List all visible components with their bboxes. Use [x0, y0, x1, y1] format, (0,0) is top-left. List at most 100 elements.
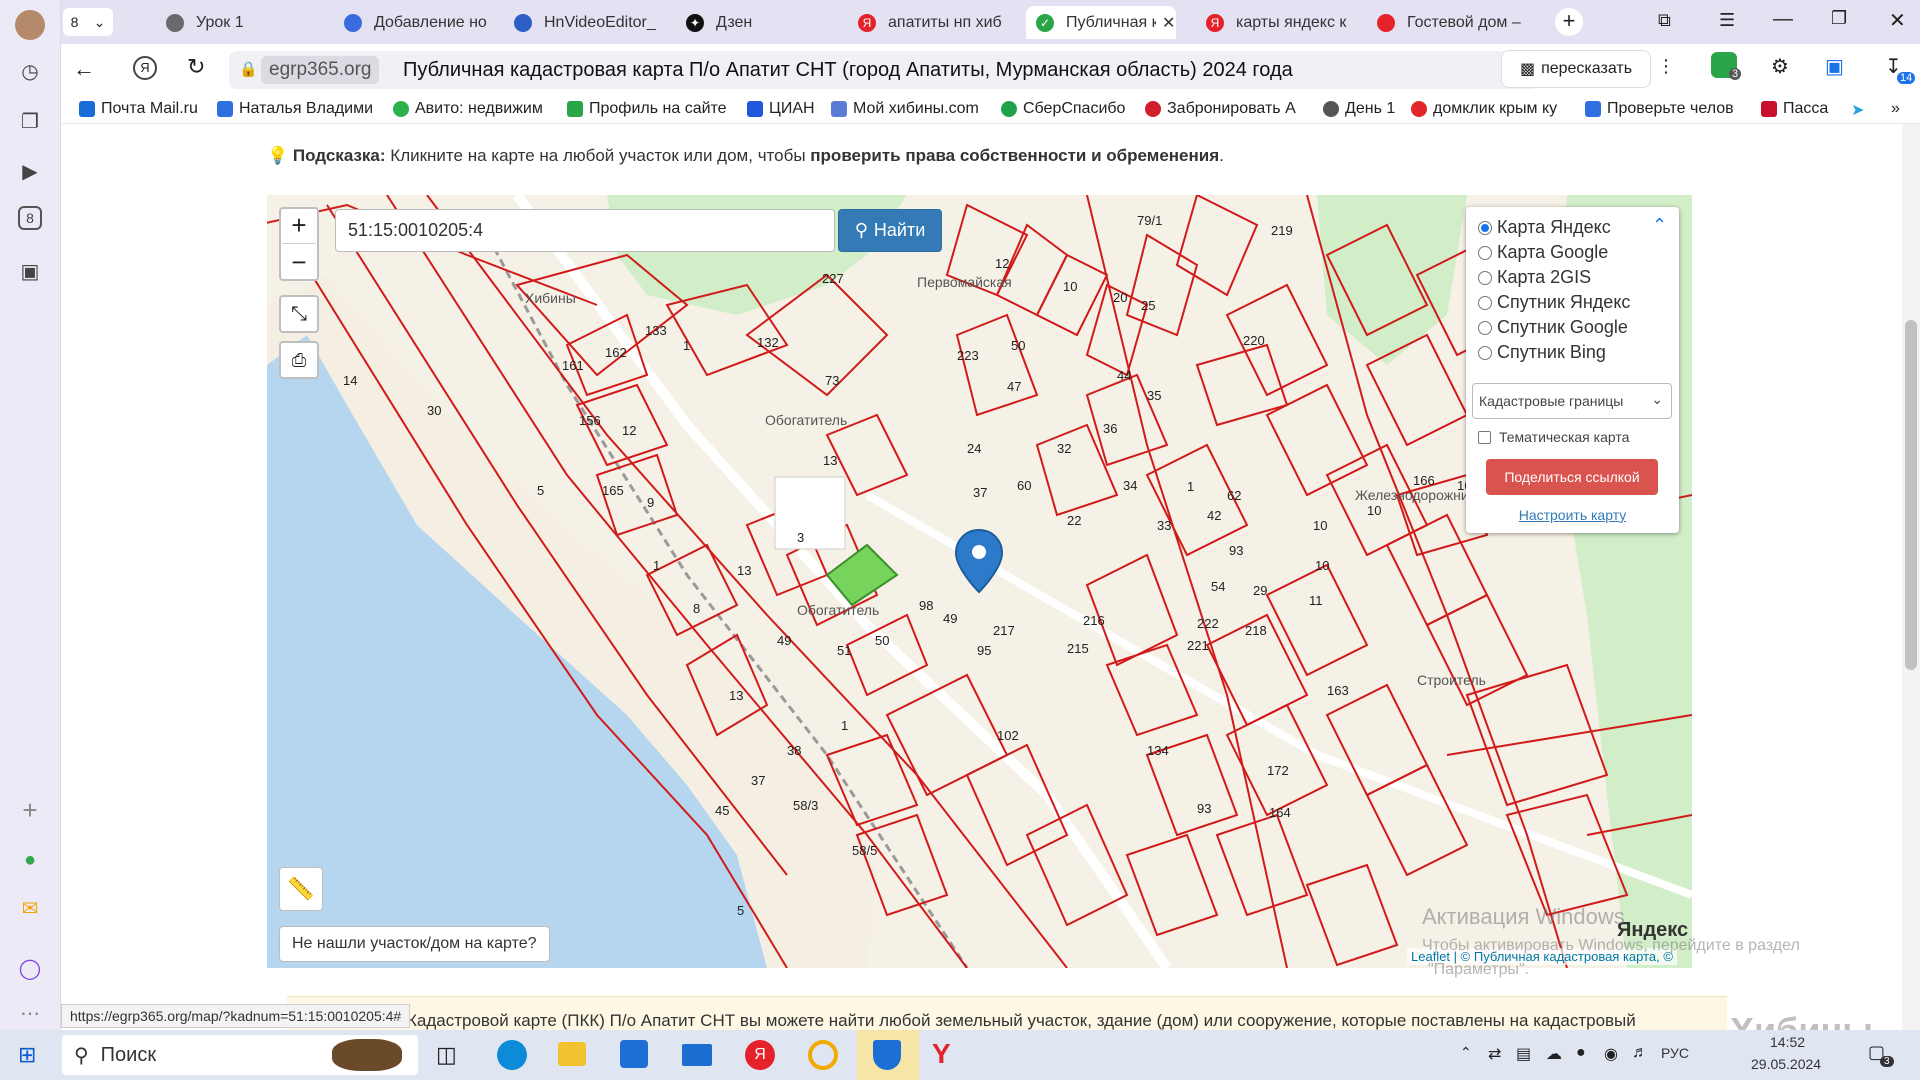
- share-link-button[interactable]: Поделиться ссылкой: [1486, 459, 1658, 495]
- yandex-logo-icon[interactable]: Я: [133, 56, 157, 80]
- tray-app-icon[interactable]: ▤: [1516, 1044, 1531, 1064]
- more-icon[interactable]: ⋯: [15, 998, 45, 1028]
- page-scrollbar[interactable]: [1902, 124, 1920, 1030]
- bookmark-item[interactable]: СберСпасибо: [1001, 100, 1125, 118]
- domain-chip[interactable]: egrp365.org: [261, 56, 380, 84]
- fullscreen-button[interactable]: ⤡: [279, 295, 319, 333]
- tab-guest-house[interactable]: Гостевой дом –: [1377, 6, 1537, 39]
- layer-option[interactable]: Спутник Bing: [1478, 342, 1606, 363]
- bookmark-item[interactable]: Наталья Владими: [217, 100, 373, 118]
- layer-option[interactable]: Карта Google: [1478, 242, 1608, 263]
- bookmark-item[interactable]: Проверьте челов: [1585, 100, 1734, 118]
- taskbar-search[interactable]: ⚲ Поиск: [62, 1035, 418, 1075]
- bookmark-item[interactable]: Профиль на сайте: [567, 100, 727, 118]
- thematic-checkbox-row[interactable]: Тематическая карта: [1478, 429, 1629, 445]
- yandex-app-icon[interactable]: Y: [932, 1038, 951, 1070]
- bookmark-favicon-icon: [831, 101, 847, 117]
- bookmark-item[interactable]: ЦИАН: [747, 100, 815, 118]
- scrollbar-thumb[interactable]: [1905, 320, 1917, 670]
- find-button[interactable]: ⚲ Найти: [838, 209, 942, 252]
- not-found-button[interactable]: Не нашли участок/дом на карте?: [279, 926, 550, 962]
- tray-network-icon[interactable]: ⇄: [1488, 1044, 1501, 1064]
- tray-cloud-icon[interactable]: ☁: [1546, 1044, 1562, 1064]
- screenshot-icon[interactable]: ▣: [15, 256, 45, 286]
- maximize-icon[interactable]: ❐: [1831, 8, 1847, 29]
- maps-icon[interactable]: ●: [15, 845, 45, 875]
- bookmark-item[interactable]: День 1: [1323, 100, 1395, 118]
- tabs-group-button[interactable]: 8 ⌄: [63, 8, 113, 36]
- mail-app-icon[interactable]: [682, 1044, 712, 1066]
- store-icon[interactable]: [620, 1040, 648, 1068]
- more-vertical-icon[interactable]: ⋮: [1657, 56, 1675, 77]
- retell-button[interactable]: ▩ пересказать: [1501, 50, 1651, 88]
- ruler-button[interactable]: 📏: [279, 867, 323, 911]
- bookmark-item[interactable]: Мой хибины.com: [831, 100, 979, 118]
- zoom-out-button[interactable]: −: [291, 247, 306, 278]
- translate-icon[interactable]: ⚙: [1771, 54, 1789, 79]
- tray-time[interactable]: 14:52: [1770, 1034, 1805, 1050]
- tab-dzen[interactable]: ✦ Дзен: [686, 6, 856, 39]
- close-tab-icon[interactable]: ✕: [1162, 13, 1175, 33]
- collapse-chevron-icon[interactable]: ⌃: [1652, 215, 1667, 236]
- layer-option[interactable]: Спутник Google: [1478, 317, 1628, 338]
- svg-text:54: 54: [1211, 579, 1225, 594]
- layer-option[interactable]: Карта Яндекс: [1478, 217, 1611, 238]
- overlay-select[interactable]: Кадастровые границы ⌄: [1472, 383, 1672, 419]
- bookmark-item[interactable]: Забронировать А: [1145, 100, 1296, 118]
- video-icon[interactable]: ▶: [15, 156, 45, 186]
- zoom-in-button[interactable]: +: [291, 210, 306, 241]
- tab-yandex-maps[interactable]: Я карты яндекс к: [1206, 6, 1356, 39]
- tray-date[interactable]: 29.05.2024: [1751, 1056, 1821, 1072]
- reload-icon[interactable]: ↻: [187, 54, 205, 80]
- telegram-icon[interactable]: ➤: [1851, 100, 1864, 120]
- task-view-icon[interactable]: ◫: [436, 1042, 457, 1068]
- tab-apatity[interactable]: Я апатиты нп хиб: [858, 6, 1028, 39]
- omnibox[interactable]: 🔒 egrp365.org Публичная кадастровая карт…: [229, 51, 1539, 89]
- mail-icon[interactable]: ✉: [15, 893, 45, 923]
- new-tab-button[interactable]: +: [1555, 8, 1583, 36]
- bookmark-item[interactable]: Пасса: [1761, 100, 1828, 118]
- bookmarks-more-icon[interactable]: »: [1891, 100, 1900, 118]
- tab-public-map[interactable]: ✓ Публичная к ✕: [1026, 6, 1176, 39]
- tab-lesson[interactable]: Урок 1: [166, 6, 336, 39]
- tabs-counter-icon[interactable]: 8: [18, 206, 42, 230]
- tab-video-editor[interactable]: HnVideoEditor_: [514, 6, 684, 39]
- svg-text:102: 102: [997, 728, 1019, 743]
- windows-start-icon[interactable]: ⊞: [18, 1042, 36, 1068]
- history-icon[interactable]: ◷: [15, 56, 45, 86]
- minimize-icon[interactable]: —: [1773, 8, 1793, 31]
- edge-icon[interactable]: [497, 1040, 527, 1070]
- tab-add-news[interactable]: Добавление но: [344, 6, 514, 39]
- configure-map-link[interactable]: Настроить карту: [1466, 507, 1679, 523]
- tab-favicon-icon: ✦: [686, 13, 704, 32]
- tray-language[interactable]: РУС: [1661, 1045, 1689, 1061]
- bookmark-item[interactable]: домклик крым ку: [1411, 100, 1557, 118]
- tray-mic-icon[interactable]: ●: [1576, 1044, 1586, 1062]
- yandex-music-icon[interactable]: [808, 1040, 838, 1070]
- svg-text:13: 13: [729, 688, 743, 703]
- collections-icon[interactable]: ⧉: [1658, 10, 1671, 31]
- extension-icon[interactable]: ▣: [1825, 54, 1844, 79]
- close-window-icon[interactable]: ✕: [1889, 8, 1906, 33]
- print-button[interactable]: ⎙: [279, 341, 319, 379]
- layer-option[interactable]: Карта 2GIS: [1478, 267, 1591, 288]
- menu-icon[interactable]: ☰: [1719, 10, 1735, 31]
- back-icon[interactable]: ←: [73, 56, 95, 82]
- tray-chevron-icon[interactable]: ⌃: [1460, 1044, 1472, 1061]
- tray-volume-icon[interactable]: ♬: [1632, 1044, 1648, 1062]
- bookmark-item[interactable]: Авито: недвижим: [393, 100, 543, 118]
- security-app-active[interactable]: [857, 1030, 919, 1080]
- collections-icon[interactable]: ❐: [15, 106, 45, 136]
- yandex-browser-icon[interactable]: Я: [745, 1040, 775, 1070]
- layer-option[interactable]: Спутник Яндекс: [1478, 292, 1630, 313]
- alice-icon[interactable]: ◯: [15, 953, 45, 983]
- file-explorer-icon[interactable]: [558, 1042, 586, 1066]
- profile-avatar[interactable]: [15, 10, 45, 40]
- cadastral-search-input[interactable]: 51:15:0010205:4: [335, 209, 835, 252]
- checkbox-icon[interactable]: [1478, 430, 1491, 444]
- bookmark-item[interactable]: Почта Mail.ru: [79, 100, 198, 118]
- layer-label: Карта 2GIS: [1497, 267, 1592, 287]
- tray-wifi-icon[interactable]: ◉: [1604, 1044, 1618, 1064]
- add-panel-icon[interactable]: +: [15, 795, 45, 825]
- thematic-label: Тематическая карта: [1499, 429, 1630, 445]
